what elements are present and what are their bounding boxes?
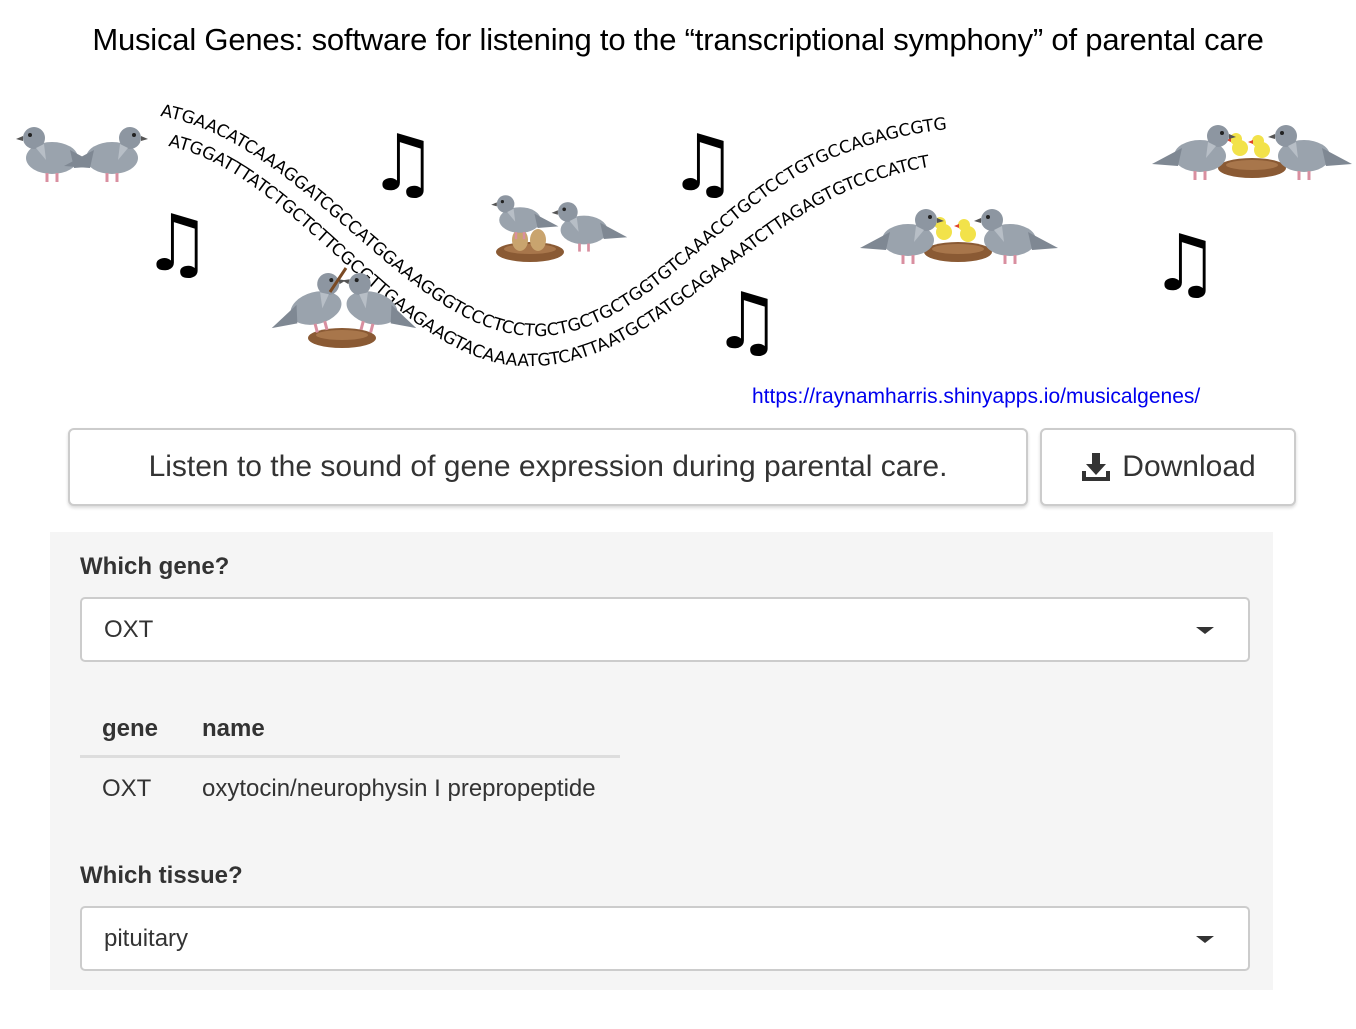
- download-label: Download: [1122, 450, 1256, 483]
- gene-info-table: gene name OXT oxytocin/neurophysin I pre…: [80, 703, 620, 820]
- page-title: Musical Genes: software for listening to…: [92, 22, 1264, 57]
- app-url-link[interactable]: https://raynamharris.shinyapps.io/musica…: [752, 385, 1200, 409]
- pigeons-with-eggs-icon: [490, 193, 629, 262]
- dna-banner: ATGAACATCAAAGGATCGCCATGGAAAGGGTCCCTCCTGC…: [14, 101, 1354, 371]
- table-header-name: name: [180, 703, 620, 758]
- pigeon-pair-icon: [14, 125, 150, 184]
- gene-select[interactable]: OXT: [80, 597, 1250, 662]
- tissue-select-label: Which tissue?: [80, 862, 243, 889]
- table-cell-gene: OXT: [102, 775, 152, 802]
- pigeons-with-chicks-icon: [1150, 123, 1354, 182]
- download-button[interactable]: Download: [1040, 428, 1296, 506]
- gene-select-value: OXT: [104, 615, 154, 643]
- tissue-select-value: pituitary: [104, 924, 189, 952]
- table-cell-name: oxytocin/neurophysin I prepropeptide: [202, 775, 596, 802]
- music-note-icon: ♫: [668, 119, 738, 209]
- chevron-down-icon: [1196, 935, 1214, 943]
- music-note-icon: ♫: [712, 277, 782, 367]
- dna-sequence-top: ATGAACATCAAAGGATCGCCATGGAAAGGGTCCCTCCTGC…: [159, 101, 948, 341]
- table-row: OXT oxytocin/neurophysin I prepropeptide: [80, 757, 620, 821]
- music-note-icon: ♫: [142, 199, 212, 289]
- music-note-icon: ♫: [1150, 219, 1220, 309]
- download-icon: [1082, 453, 1111, 481]
- pigeons-with-hatchlings-icon: [858, 207, 1060, 266]
- listen-button[interactable]: Listen to the sound of gene expression d…: [68, 428, 1028, 506]
- chevron-down-icon: [1196, 626, 1214, 634]
- table-header-gene: gene: [80, 703, 181, 758]
- gene-select-label: Which gene?: [80, 553, 230, 580]
- music-note-icon: ♫: [368, 119, 438, 209]
- tissue-select[interactable]: pituitary: [80, 906, 1250, 971]
